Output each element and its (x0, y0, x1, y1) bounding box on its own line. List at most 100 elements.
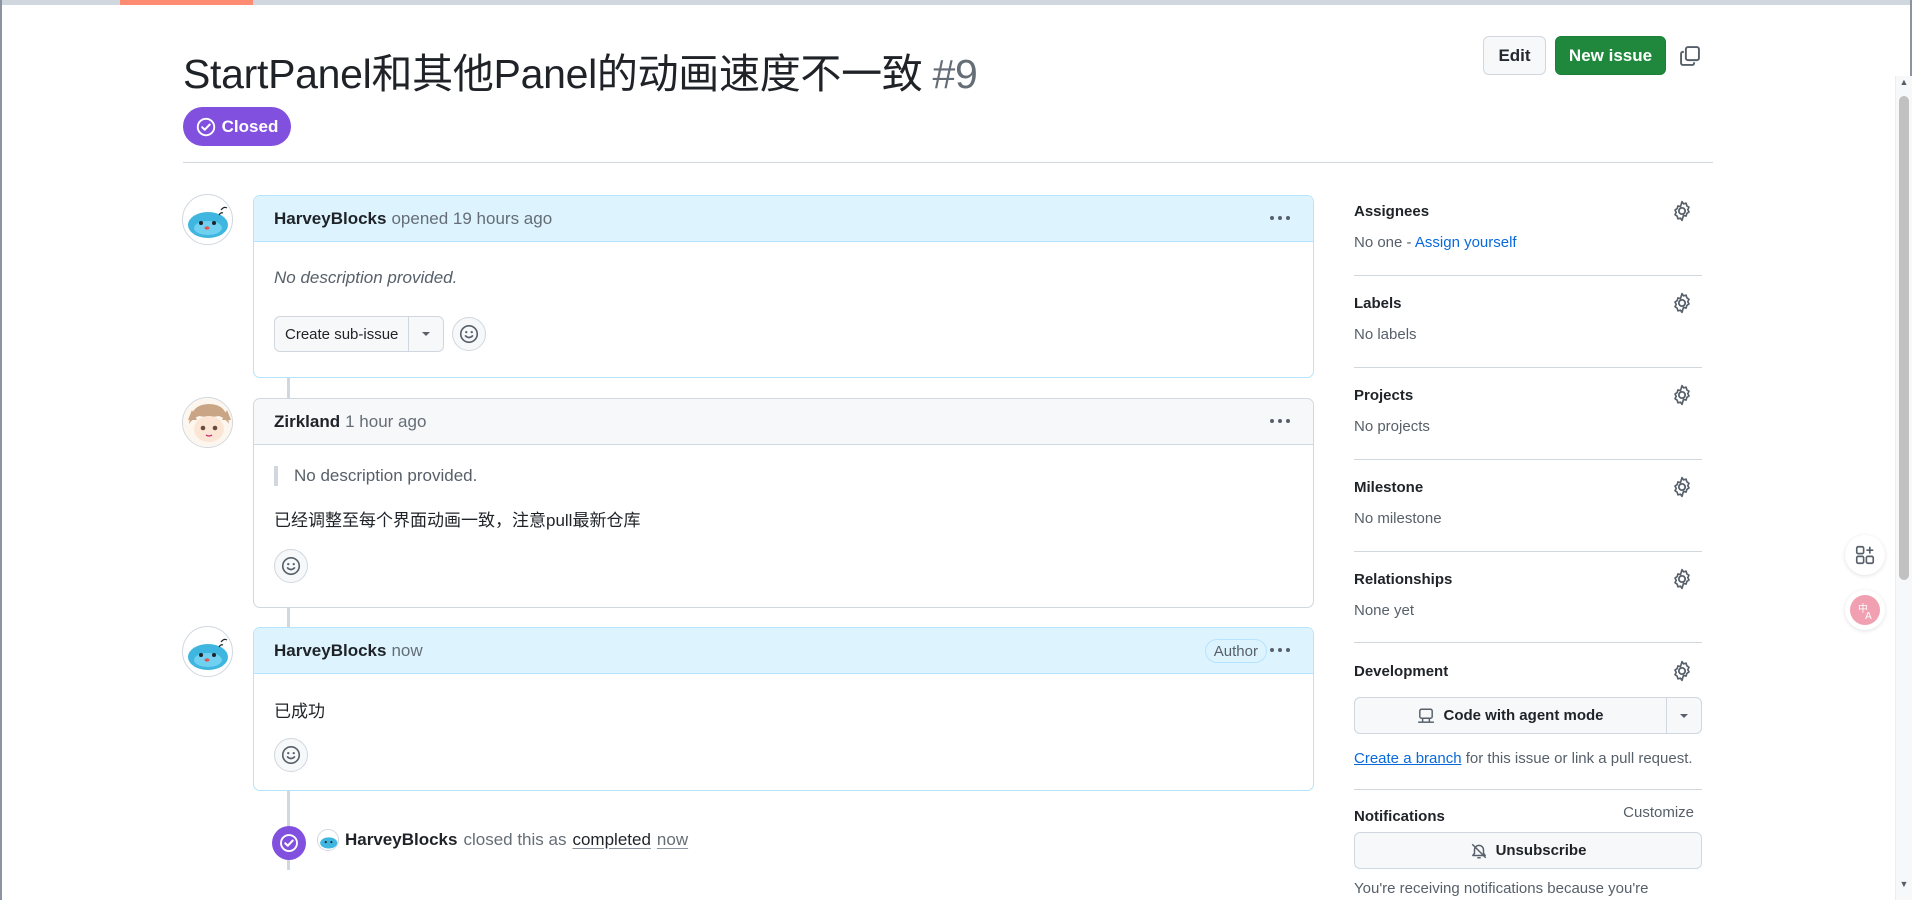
comment-author[interactable]: Zirkland (274, 412, 340, 432)
sidebar-divider (1354, 275, 1702, 276)
comment-header: HarveyBlocks opened 19 hours ago (254, 196, 1313, 242)
assign-yourself-link[interactable]: Assign yourself (1415, 234, 1517, 251)
gear-icon[interactable] (1671, 200, 1693, 222)
labels-heading[interactable]: Labels (1354, 295, 1702, 312)
unsubscribe-button[interactable]: Unsubscribe (1354, 832, 1702, 869)
add-reaction-button[interactable] (452, 317, 487, 351)
sidebar-notifications: Notifications Customize (1354, 804, 1702, 825)
create-sub-issue-button[interactable]: Create sub-issue (275, 317, 410, 351)
floating-translate-button[interactable]: 中 A (1845, 590, 1885, 630)
comment-header: HarveyBlocks now Author (254, 628, 1313, 674)
more-options-icon[interactable] (1267, 208, 1293, 228)
event-time-link[interactable]: now (657, 830, 688, 850)
gear-icon[interactable] (1671, 568, 1693, 590)
relationships-value: None yet (1354, 602, 1415, 619)
window-frame-left (0, 0, 2, 900)
development-heading[interactable]: Development (1354, 663, 1702, 680)
smiley-icon (460, 324, 479, 344)
comment-text: 已成功 (274, 702, 325, 721)
create-sub-issue-dropdown[interactable] (409, 317, 443, 351)
gear-icon[interactable] (1671, 292, 1693, 314)
scroll-up-arrow[interactable]: ▲ (1898, 76, 1910, 88)
code-with-agent-dropdown[interactable] (1667, 698, 1701, 733)
header-divider (183, 162, 1713, 163)
code-with-agent-button[interactable]: Code with agent mode (1355, 698, 1667, 733)
sidebar-divider (1354, 459, 1702, 460)
sidebar-assignees: Assignees No one - Assign yourself (1354, 200, 1702, 251)
unsubscribe-label: Unsubscribe (1495, 842, 1587, 859)
code-with-agent-split-button: Code with agent mode (1354, 697, 1702, 734)
sidebar-divider (1354, 367, 1702, 368)
edit-button[interactable]: Edit (1483, 36, 1546, 75)
customize-link[interactable]: Customize (1623, 804, 1694, 821)
sidebar-development: Development (1354, 660, 1702, 682)
floating-apps-button[interactable] (1845, 535, 1885, 575)
more-options-icon[interactable] (1267, 640, 1293, 660)
avatar[interactable] (182, 397, 233, 448)
whale-avatar-icon (188, 206, 228, 238)
sidebar-divider (1354, 789, 1702, 790)
whale-avatar-icon (318, 830, 338, 850)
check-circle-icon (196, 117, 215, 136)
closed-event-badge (272, 826, 306, 860)
avatar[interactable] (317, 829, 339, 851)
avatar[interactable] (182, 626, 233, 677)
sidebar-projects: Projects No projects (1354, 384, 1702, 435)
comment-body: 已成功 (254, 674, 1313, 792)
code-with-agent-label: Code with agent mode (1443, 707, 1604, 724)
new-issue-button[interactable]: New issue (1555, 36, 1666, 75)
assignees-none: No one - (1354, 234, 1412, 251)
active-tab-accent (120, 0, 253, 5)
assignees-heading[interactable]: Assignees (1354, 203, 1702, 220)
comment-text: 已经调整至每个界面动画一致，注意pull最新仓库 (274, 511, 641, 530)
anime-avatar-icon (183, 398, 232, 447)
comment-author[interactable]: HarveyBlocks (274, 641, 386, 661)
milestone-heading[interactable]: Milestone (1354, 479, 1702, 496)
gear-icon[interactable] (1671, 476, 1693, 498)
comment-body: No description provided. 已经调整至每个界面动画一致，注… (254, 445, 1313, 603)
avatar[interactable] (182, 194, 233, 245)
check-circle-icon (280, 834, 298, 852)
sidebar-milestone: Milestone No milestone (1354, 476, 1702, 527)
notifications-reason: You're receiving notifications because y… (1354, 880, 1649, 897)
issue-body-comment: HarveyBlocks opened 19 hours ago No desc… (253, 195, 1314, 378)
sidebar-divider (1354, 551, 1702, 552)
add-reaction-button[interactable] (274, 549, 308, 583)
comment-timestamp[interactable]: now (391, 641, 422, 661)
development-help-text: for this issue or link a pull request. (1465, 750, 1693, 767)
comment-author[interactable]: HarveyBlocks (274, 209, 386, 229)
whale-avatar-icon (188, 638, 228, 670)
milestone-value: No milestone (1354, 510, 1442, 527)
bell-slash-icon (1471, 843, 1486, 858)
projects-heading[interactable]: Projects (1354, 387, 1702, 404)
event-author[interactable]: HarveyBlocks (345, 830, 457, 850)
scroll-down-arrow[interactable]: ▼ (1898, 878, 1910, 890)
event-state-link[interactable]: completed (572, 830, 650, 850)
copy-icon[interactable] (1679, 45, 1701, 67)
author-badge: Author (1204, 639, 1267, 663)
quote-block: No description provided. (274, 466, 1293, 486)
event-action: closed this as (463, 830, 567, 849)
scrollbar-thumb[interactable] (1899, 96, 1909, 580)
sidebar-labels: Labels No labels (1354, 292, 1702, 343)
comment: Zirkland 1 hour ago No description provi… (253, 398, 1314, 608)
relationships-heading[interactable]: Relationships (1354, 571, 1702, 588)
apps-grid-icon (1855, 545, 1875, 565)
issue-title-text: StartPanel和其他Panel的动画速度不一致 (183, 51, 923, 97)
gear-icon[interactable] (1671, 384, 1693, 406)
labels-value: No labels (1354, 326, 1417, 343)
comment: HarveyBlocks now Author 已成功 (253, 627, 1314, 791)
add-reaction-button[interactable] (274, 738, 308, 772)
issue-title: StartPanel和其他Panel的动画速度不一致 #9 (183, 40, 978, 100)
caret-down-icon (422, 332, 431, 336)
comment-header: Zirkland 1 hour ago (254, 399, 1313, 445)
smiley-icon (281, 556, 301, 576)
more-options-icon[interactable] (1267, 411, 1293, 431)
gear-icon[interactable] (1671, 660, 1693, 682)
svg-text:A: A (1865, 611, 1872, 622)
comment-body: No description provided. Create sub-issu… (254, 242, 1313, 372)
projects-value: No projects (1354, 418, 1430, 435)
comment-timestamp[interactable]: opened 19 hours ago (391, 209, 552, 229)
comment-timestamp[interactable]: 1 hour ago (345, 412, 426, 432)
create-branch-link[interactable]: Create a branch (1354, 750, 1462, 767)
